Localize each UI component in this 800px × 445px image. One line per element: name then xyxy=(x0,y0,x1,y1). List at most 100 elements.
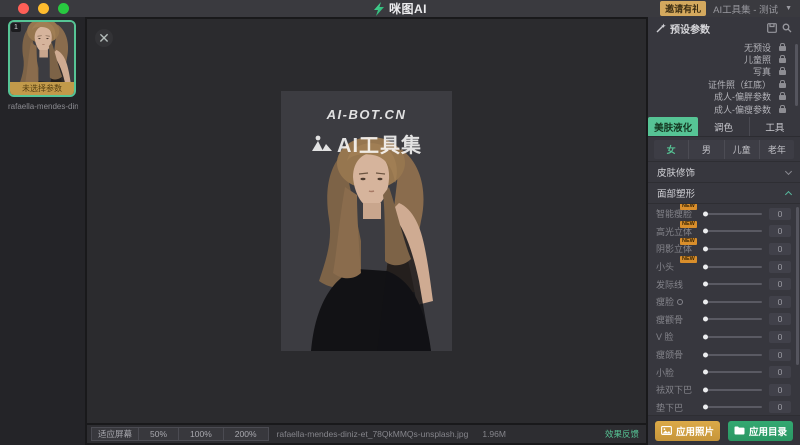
section-label: 皮肤修饰 xyxy=(657,165,695,179)
slider-handle[interactable] xyxy=(703,370,708,375)
invite-reward-badge[interactable]: 邀请有礼 xyxy=(660,1,706,16)
preset-item[interactable]: 儿童照 xyxy=(648,53,800,65)
fit-screen-button[interactable]: 适应屏幕 xyxy=(91,427,139,441)
panel-tab[interactable]: 工具 xyxy=(749,117,800,136)
slider-handle[interactable] xyxy=(703,299,708,304)
slider-track[interactable] xyxy=(704,248,762,250)
search-icon[interactable] xyxy=(781,23,792,34)
close-window-button[interactable] xyxy=(18,3,29,14)
slider-track[interactable] xyxy=(704,230,762,232)
preset-save-icon[interactable] xyxy=(766,23,777,34)
slider-row: NEW 智能瘦脸 0 xyxy=(648,205,800,223)
slider-row: 瘦颧骨 0 xyxy=(648,311,800,329)
preset-item[interactable]: 证件照（红底） xyxy=(648,78,800,90)
slider-handle[interactable] xyxy=(703,229,708,234)
gender-tab[interactable]: 儿童 xyxy=(724,140,759,159)
preset-item[interactable]: 无预设 xyxy=(648,41,800,53)
slider-track[interactable] xyxy=(704,389,762,391)
folder-icon xyxy=(734,426,745,435)
section-skin-retouch[interactable]: 皮肤修饰 xyxy=(648,161,800,182)
slider-handle[interactable] xyxy=(703,317,708,322)
slider-handle[interactable] xyxy=(703,352,708,357)
window-controls xyxy=(18,3,69,14)
gender-tab[interactable]: 老年 xyxy=(759,140,794,159)
section-label: 面部塑形 xyxy=(657,186,695,200)
slider-track[interactable] xyxy=(704,213,762,215)
slider-row: NEW 阴影立体 0 xyxy=(648,240,800,258)
slider-handle[interactable] xyxy=(703,246,708,251)
lock-icon xyxy=(779,46,786,51)
settings-panel: 预设参数 无预设 儿童照 写真 证件照（红底） 成人-偏胖参数 xyxy=(648,17,800,445)
slider-track[interactable] xyxy=(704,406,762,408)
slider-row: 瘦颌骨 0 xyxy=(648,346,800,364)
zoom-window-button[interactable] xyxy=(58,3,69,14)
image-thumbnail-selected[interactable]: 1 未选择参数 xyxy=(8,20,76,97)
info-circle-icon[interactable] xyxy=(677,299,683,305)
slider-handle[interactable] xyxy=(703,387,708,392)
slider-handle[interactable] xyxy=(703,211,708,216)
slider-track[interactable] xyxy=(704,301,762,303)
zoom-level-button[interactable]: 200% xyxy=(223,427,269,441)
slider-handle[interactable] xyxy=(703,405,708,410)
preset-item-label: 写真 xyxy=(753,65,771,78)
zoom-level-button[interactable]: 100% xyxy=(178,427,224,441)
apply-directory-button[interactable]: 应用目录 xyxy=(728,421,793,441)
minimize-window-button[interactable] xyxy=(38,3,49,14)
apply-photo-button[interactable]: 应用照片 xyxy=(655,421,720,441)
slider-row: NEW 高光立体 0 xyxy=(648,223,800,241)
titlebar-right: 邀请有礼 AI工具集 - 测试 ▼ xyxy=(660,1,800,16)
slider-handle[interactable] xyxy=(703,282,708,287)
apply-actions: 应用照片 应用目录 xyxy=(648,415,800,445)
slider-label: 发际线 xyxy=(656,278,702,291)
zoom-group: 适应屏幕 50% 100% 200% xyxy=(92,427,269,441)
preset-item[interactable]: 成人-偏胖参数 xyxy=(648,91,800,103)
slider-label-text: 垫下巴 xyxy=(656,401,683,414)
new-badge: NEW xyxy=(680,256,697,263)
gender-tab[interactable]: 男 xyxy=(688,140,723,159)
panel-tab[interactable]: 美肤液化 xyxy=(648,117,698,136)
slider-value: 0 xyxy=(769,243,791,255)
lock-icon xyxy=(779,108,786,113)
presets-header: 预设参数 xyxy=(648,17,800,39)
preset-item[interactable]: 成人-偏瘦参数 xyxy=(648,103,800,115)
chevron-down-icon[interactable]: ▼ xyxy=(785,5,792,12)
image-canvas[interactable]: ✕ AI-BOT.CN AI工具集 xyxy=(87,19,646,423)
slider-handle[interactable] xyxy=(703,264,708,269)
slider-value: 0 xyxy=(769,261,791,273)
slider-track[interactable] xyxy=(704,318,762,320)
presets-title: 预设参数 xyxy=(670,21,710,36)
slider-track[interactable] xyxy=(704,371,762,373)
account-label[interactable]: AI工具集 - 测试 xyxy=(713,2,778,16)
slider-row: 小脸 0 xyxy=(648,363,800,381)
panel-tab[interactable]: 调色 xyxy=(698,117,748,136)
statusbar: 适应屏幕 50% 100% 200% rafaella-mendes-diniz… xyxy=(87,423,646,443)
slider-label-text: 瘦颧骨 xyxy=(656,313,683,326)
gender-tab[interactable]: 女 xyxy=(654,140,688,159)
slider-track[interactable] xyxy=(704,266,762,268)
thumbnail-filename: rafaella-mendes-diniz-... xyxy=(8,102,78,111)
preset-list: 无预设 儿童照 写真 证件照（红底） 成人-偏胖参数 成人-偏瘦参数 xyxy=(648,39,800,117)
preset-wand-icon xyxy=(656,23,666,33)
zoom-level-button[interactable]: 50% xyxy=(138,427,179,441)
slider-track[interactable] xyxy=(704,283,762,285)
slider-track[interactable] xyxy=(704,354,762,356)
slider-value: 0 xyxy=(769,313,791,325)
preset-scrollbar[interactable] xyxy=(795,44,798,106)
image-list-sidebar: 1 未选择参数 rafaella-mendes-diniz-... xyxy=(0,17,85,445)
app-title: 咪图AI xyxy=(389,0,427,17)
slider-label-text: 瘦颌骨 xyxy=(656,348,683,361)
apply-directory-label: 应用目录 xyxy=(749,424,787,438)
preset-item[interactable]: 写真 xyxy=(648,66,800,78)
slider-row: V 脸 0 xyxy=(648,328,800,346)
section-face-shaping[interactable]: 面部塑形 xyxy=(648,182,800,203)
main-row: 1 未选择参数 rafaella-mendes-diniz-... ✕ AI-B… xyxy=(0,17,800,445)
close-image-icon[interactable]: ✕ xyxy=(95,29,113,47)
slider-handle[interactable] xyxy=(703,334,708,339)
preset-item-label: 成人-偏胖参数 xyxy=(714,90,771,103)
feedback-link[interactable]: 效果反馈 xyxy=(605,428,641,440)
slider-scrollbar[interactable] xyxy=(796,207,799,365)
slider-track[interactable] xyxy=(704,336,762,338)
slider-value: 0 xyxy=(769,349,791,361)
slider-label: 瘦颌骨 xyxy=(656,348,702,361)
app-logo-title: 咪图AI xyxy=(373,0,427,17)
